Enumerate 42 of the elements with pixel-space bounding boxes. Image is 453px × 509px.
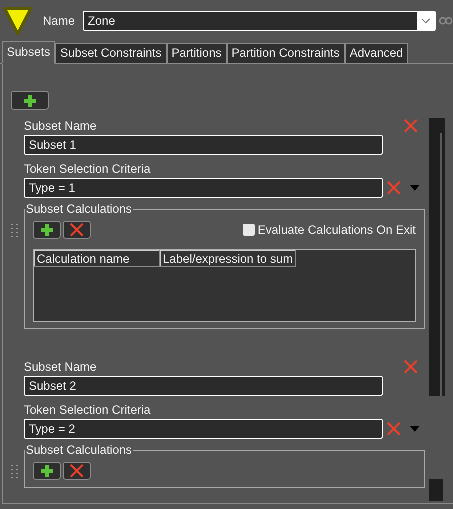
add-calculation-button[interactable] [33, 221, 61, 239]
scrollbar-thumb[interactable] [429, 479, 443, 501]
tab[interactable]: Partition Constraints [226, 43, 345, 63]
add-subset-button[interactable] [11, 91, 49, 110]
name-combobox[interactable]: Zone [83, 11, 436, 31]
drag-handle-icon[interactable] [11, 224, 18, 237]
column-header[interactable]: Label/expression to sum [160, 250, 296, 267]
dropdown-caret-icon[interactable] [410, 184, 420, 190]
tab[interactable]: Partitions [166, 43, 227, 63]
name-label: Name [43, 14, 76, 28]
column-header[interactable]: Calculation name [34, 250, 160, 267]
delete-icon[interactable] [387, 422, 401, 436]
field-label: Subset Name [24, 359, 97, 375]
tab[interactable]: Subsets [2, 41, 56, 64]
dropdown-caret-icon[interactable] [410, 426, 420, 432]
tab[interactable]: Advanced [344, 43, 408, 63]
field-label: Token Selection Criteria [24, 402, 152, 418]
add-calculation-button[interactable] [33, 462, 61, 480]
tab[interactable]: Subset Constraints [55, 43, 167, 63]
plus-icon [24, 94, 36, 106]
chevron-down-icon[interactable] [417, 11, 435, 31]
plus-icon [41, 224, 53, 236]
field-label: Token Selection Criteria [24, 161, 152, 177]
delete-icon[interactable] [404, 119, 418, 133]
remove-calculation-button[interactable] [63, 462, 91, 480]
criteria-field[interactable]: Type = 1 [24, 178, 383, 198]
evaluate-checkbox[interactable]: Evaluate Calculations On Exit [242, 223, 416, 237]
drag-handle-icon[interactable] [11, 465, 18, 478]
subset-name-field[interactable]: Subset 1 [24, 135, 383, 155]
subset-name-field[interactable]: Subset 2 [24, 376, 383, 396]
remove-calculation-button[interactable] [63, 221, 91, 239]
delete-icon [70, 464, 84, 478]
scrollbar[interactable] [429, 118, 445, 396]
delete-icon [70, 223, 84, 237]
field-label: Subset Name [24, 118, 97, 134]
delete-icon[interactable] [387, 180, 401, 194]
triangle-logo-icon [3, 6, 33, 36]
delete-icon[interactable] [404, 360, 418, 374]
group-title: Subset Calculations [25, 202, 134, 216]
criteria-field[interactable]: Type = 2 [24, 419, 383, 439]
group-title: Subset Calculations [25, 443, 134, 457]
plus-icon [41, 465, 53, 477]
